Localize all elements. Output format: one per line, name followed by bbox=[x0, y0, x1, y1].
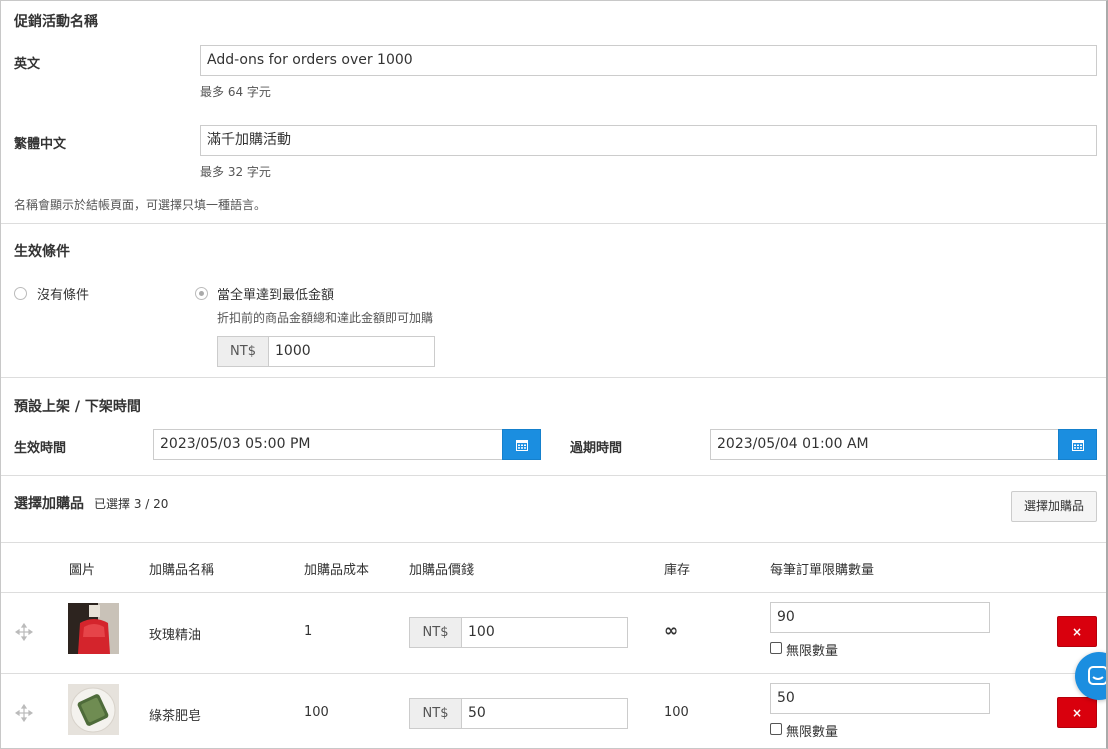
chat-icon bbox=[1088, 666, 1106, 685]
min-amount-radio[interactable] bbox=[195, 287, 208, 300]
addon-cost: 1 bbox=[304, 624, 313, 639]
price-currency: NT$ bbox=[409, 698, 462, 729]
start-time-label: 生效時間 bbox=[14, 441, 67, 456]
unlimited-checkbox[interactable] bbox=[770, 723, 782, 735]
price-currency: NT$ bbox=[409, 617, 462, 648]
table-row: 綠茶肥皂 100 NT$ 50 100 50 無限數量 × bbox=[1, 674, 1106, 748]
name-section: 促銷活動名稱 英文 Add-ons for orders over 1000 最… bbox=[1, 1, 1106, 224]
chinese-label: 繁體中文 bbox=[14, 137, 67, 152]
unlimited-checkbox[interactable] bbox=[770, 642, 782, 654]
no-condition-label[interactable]: 沒有條件 bbox=[37, 284, 89, 303]
min-amount-currency: NT$ bbox=[217, 336, 269, 367]
start-time-input[interactable]: 2023/05/03 05:00 PM bbox=[153, 429, 503, 460]
end-time-calendar-button[interactable] bbox=[1058, 429, 1097, 460]
english-label: 英文 bbox=[14, 57, 41, 72]
addon-selected-count: 已選擇 3 / 20 bbox=[94, 497, 169, 511]
condition-section: 生效條件 沒有條件 當全單達到最低金額 折扣前的商品金額總和達此金額即可加購 N… bbox=[1, 224, 1106, 378]
calendar-icon bbox=[1071, 439, 1084, 451]
addon-stock: ∞ bbox=[664, 621, 679, 641]
addon-name: 玫瑰精油 bbox=[149, 628, 202, 643]
drag-handle-icon[interactable] bbox=[15, 704, 33, 722]
delete-addon-button[interactable]: × bbox=[1057, 697, 1097, 728]
header-name: 加購品名稱 bbox=[149, 563, 215, 578]
calendar-icon bbox=[515, 439, 528, 451]
close-icon: × bbox=[1071, 624, 1083, 639]
select-addon-button[interactable]: 選擇加購品 bbox=[1011, 491, 1097, 522]
header-price: 加購品價錢 bbox=[409, 563, 475, 578]
end-time-input[interactable]: 2023/05/04 01:00 AM bbox=[710, 429, 1059, 460]
addon-name: 綠茶肥皂 bbox=[149, 709, 202, 724]
table-row: 玫瑰精油 1 NT$ 100 ∞ 90 無限數量 × bbox=[1, 593, 1106, 674]
addon-price-input[interactable]: 100 bbox=[461, 617, 628, 648]
chinese-hint: 最多 32 字元 bbox=[200, 165, 271, 179]
limit-quantity-input[interactable]: 50 bbox=[770, 683, 990, 714]
min-amount-label[interactable]: 當全單達到最低金額 bbox=[217, 284, 334, 303]
unlimited-label[interactable]: 無限數量 bbox=[786, 640, 838, 659]
header-cost: 加購品成本 bbox=[304, 563, 370, 578]
delete-addon-button[interactable]: × bbox=[1057, 616, 1097, 647]
min-amount-input[interactable]: 1000 bbox=[268, 336, 435, 367]
english-hint: 最多 64 字元 bbox=[200, 85, 271, 99]
schedule-section: 預設上架 / 下架時間 生效時間 2023/05/03 05:00 PM 過期時… bbox=[1, 378, 1106, 476]
no-condition-radio[interactable] bbox=[14, 287, 27, 300]
condition-section-title: 生效條件 bbox=[14, 244, 70, 260]
header-image: 圖片 bbox=[69, 563, 96, 578]
schedule-section-title: 預設上架 / 下架時間 bbox=[14, 399, 141, 415]
promotion-form: 促銷活動名稱 英文 Add-ons for orders over 1000 最… bbox=[0, 0, 1108, 749]
end-time-label: 過期時間 bbox=[570, 441, 623, 456]
header-stock: 庫存 bbox=[664, 563, 691, 578]
addon-cost: 100 bbox=[304, 705, 329, 720]
english-name-input[interactable]: Add-ons for orders over 1000 bbox=[200, 45, 1097, 76]
drag-handle-icon[interactable] bbox=[15, 623, 33, 641]
min-amount-hint: 折扣前的商品金額總和達此金額即可加購 bbox=[217, 311, 434, 325]
addon-section-header: 選擇加購品 已選擇 3 / 20 選擇加購品 bbox=[1, 476, 1106, 543]
unlimited-label[interactable]: 無限數量 bbox=[786, 721, 838, 740]
header-limit: 每筆訂單限購數量 bbox=[770, 563, 875, 578]
start-time-calendar-button[interactable] bbox=[502, 429, 541, 460]
name-note: 名稱會顯示於結帳頁面，可選擇只填一種語言。 bbox=[14, 198, 267, 212]
addon-section-title: 選擇加購品 bbox=[14, 496, 84, 512]
chinese-name-input[interactable]: 滿千加購活動 bbox=[200, 125, 1097, 156]
name-section-title: 促銷活動名稱 bbox=[14, 14, 98, 30]
close-icon: × bbox=[1071, 705, 1083, 720]
addon-stock: 100 bbox=[664, 705, 689, 720]
addon-price-input[interactable]: 50 bbox=[461, 698, 628, 729]
green-tea-soap-thumbnail bbox=[68, 684, 119, 735]
addon-table-header: 圖片 加購品名稱 加購品成本 加購品價錢 庫存 每筆訂單限購數量 bbox=[1, 543, 1106, 593]
limit-quantity-input[interactable]: 90 bbox=[770, 602, 990, 633]
rose-oil-thumbnail bbox=[68, 603, 119, 654]
